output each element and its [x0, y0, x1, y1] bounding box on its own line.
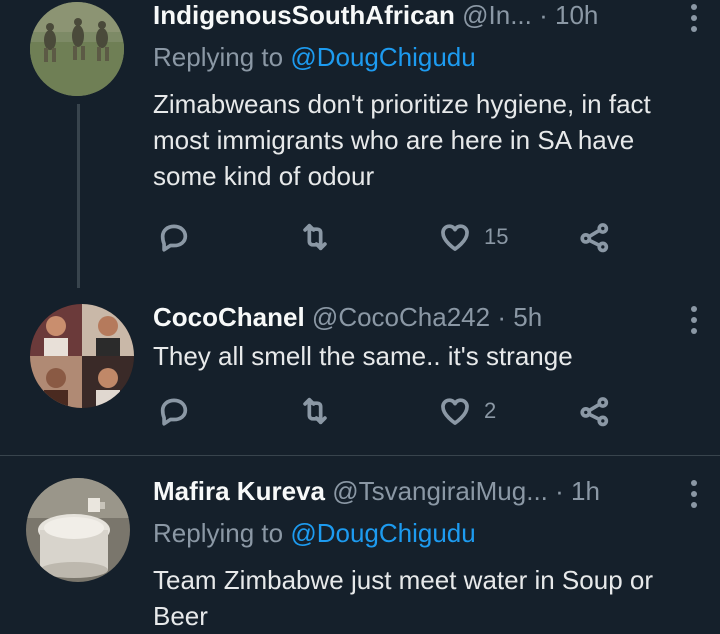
display-name[interactable]: CocoChanel	[153, 302, 305, 332]
tweet-header: Mafira Kureva @TsvangiraiMug... · 1h	[153, 476, 600, 507]
user-handle[interactable]: @In...	[462, 0, 532, 30]
mention-link[interactable]: @DougChigudu	[290, 518, 475, 548]
replying-to: Replying to @DougChigudu	[153, 518, 476, 549]
mention-link[interactable]: @DougChigudu	[290, 42, 475, 72]
tweet-text: Zimabweans don't prioritize hygiene, in …	[153, 89, 651, 191]
tweet-1[interactable]: IndigenousSouthAfrican @In... · 10h Repl…	[0, 0, 720, 290]
like-button[interactable]: 2	[438, 394, 496, 428]
display-name[interactable]: IndigenousSouthAfrican	[153, 0, 455, 30]
replying-label: Replying to	[153, 518, 284, 548]
more-icon[interactable]	[690, 4, 698, 32]
more-icon[interactable]	[690, 480, 698, 508]
like-count: 2	[484, 398, 497, 423]
reply-icon	[157, 220, 191, 254]
timestamp[interactable]: 1h	[571, 476, 600, 506]
separator-dot: ·	[497, 302, 506, 332]
user-handle[interactable]: @TsvangiraiMug...	[332, 476, 548, 506]
avatar[interactable]	[26, 478, 130, 582]
user-handle[interactable]: @CocoCha242	[312, 302, 490, 332]
avatar[interactable]	[30, 304, 134, 408]
timestamp[interactable]: 10h	[555, 0, 598, 30]
retweet-icon	[298, 220, 332, 254]
tweet-header: CocoChanel @CocoCha242 · 5h	[153, 302, 542, 333]
share-button[interactable]	[578, 220, 612, 254]
retweet-button[interactable]	[298, 394, 332, 428]
more-icon[interactable]	[690, 306, 698, 334]
action-bar: 15	[153, 220, 623, 260]
reply-button[interactable]	[157, 394, 191, 428]
separator-dot: ·	[539, 0, 548, 30]
heart-icon	[438, 220, 472, 254]
reply-button[interactable]	[157, 220, 191, 254]
tweet-text: Team Zimbabwe just meet water in Soup or…	[153, 565, 653, 631]
action-bar: 2	[153, 394, 623, 434]
reply-icon	[157, 394, 191, 428]
share-icon	[578, 220, 612, 254]
share-button[interactable]	[578, 394, 612, 428]
tweet-2[interactable]: CocoChanel @CocoCha242 · 5h They all sme…	[0, 290, 720, 455]
tweet-3[interactable]: Mafira Kureva @TsvangiraiMug... · 1h Rep…	[0, 456, 720, 631]
share-icon	[578, 394, 612, 428]
tweet-text: They all smell the same.. it's strange	[153, 341, 573, 371]
replying-to: Replying to @DougChigudu	[153, 42, 476, 73]
heart-icon	[438, 394, 472, 428]
like-count: 15	[484, 224, 509, 249]
display-name[interactable]: Mafira Kureva	[153, 476, 325, 506]
tweet-header: IndigenousSouthAfrican @In... · 10h	[153, 0, 598, 31]
replying-label: Replying to	[153, 42, 284, 72]
separator-dot: ·	[555, 476, 564, 506]
avatar[interactable]	[30, 2, 124, 96]
retweet-icon	[298, 394, 332, 428]
timestamp[interactable]: 5h	[513, 302, 542, 332]
like-button[interactable]: 15	[438, 220, 508, 254]
retweet-button[interactable]	[298, 220, 332, 254]
thread-connector	[77, 104, 80, 288]
